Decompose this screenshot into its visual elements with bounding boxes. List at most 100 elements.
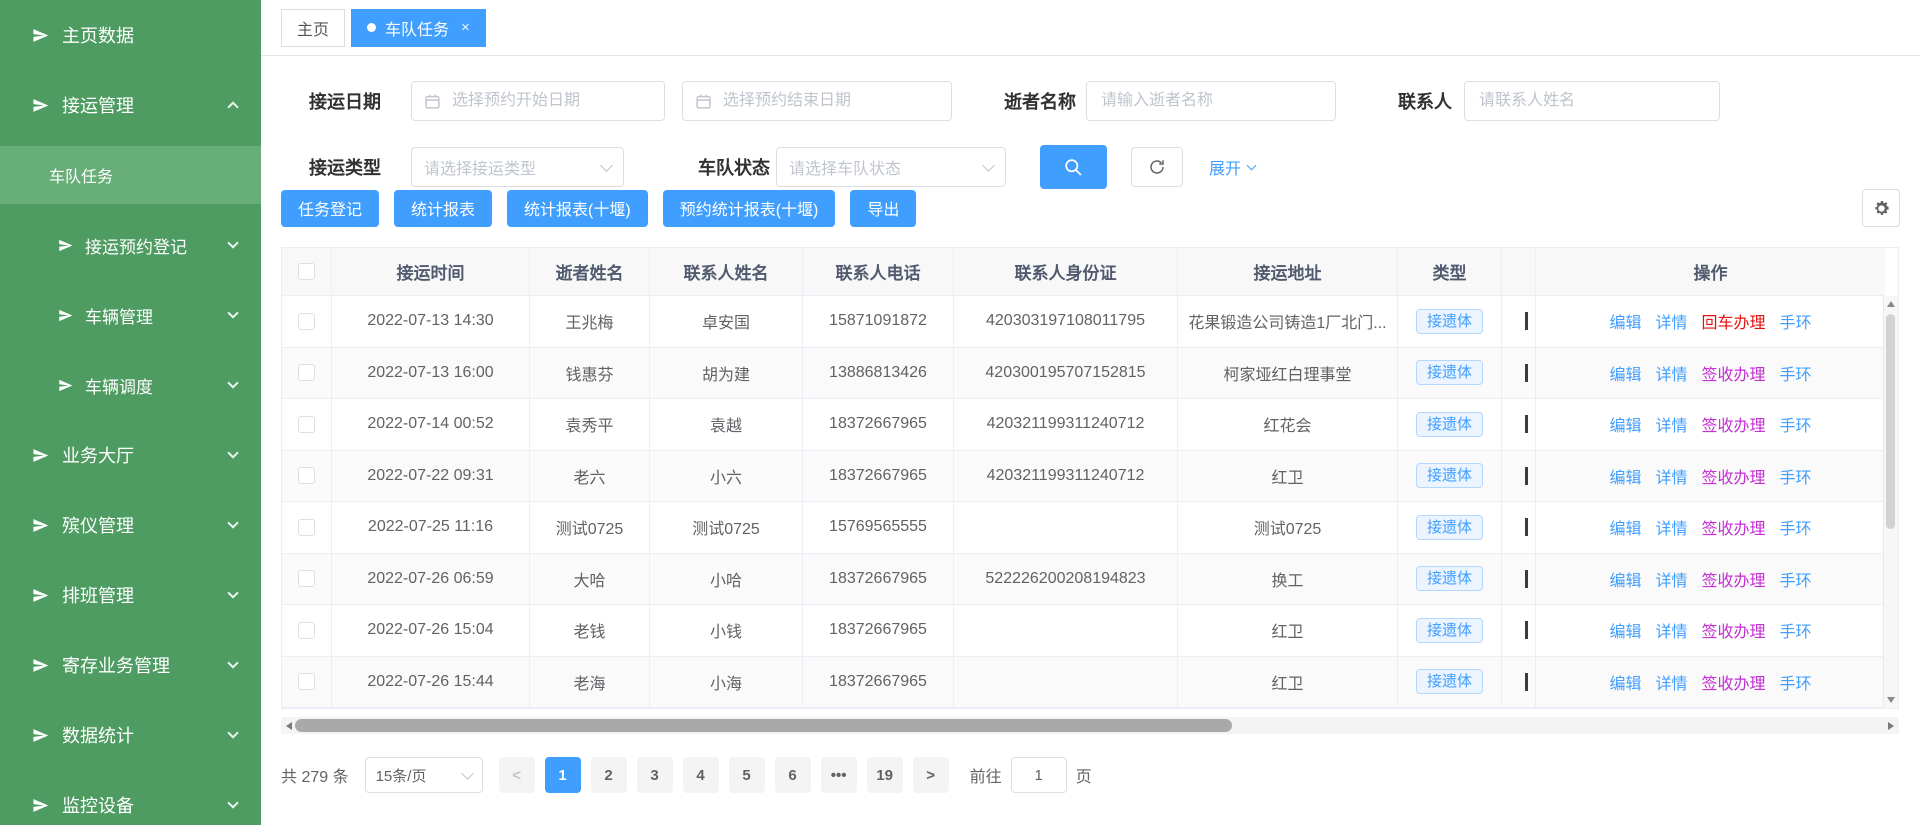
page-button[interactable]: 2 bbox=[591, 757, 627, 793]
cell-phone: 15871091872 bbox=[803, 296, 954, 348]
op-link[interactable]: 编辑 bbox=[1609, 412, 1641, 436]
action-button[interactable]: 统计报表(十堰) bbox=[507, 190, 648, 227]
op-link[interactable]: 手环 bbox=[1780, 464, 1812, 488]
chevron-down-icon bbox=[227, 727, 238, 738]
op-link[interactable]: 签收办理 bbox=[1702, 618, 1766, 642]
action-button[interactable]: 预约统计报表(十堰) bbox=[663, 190, 836, 227]
expand-toggle[interactable]: 展开 bbox=[1209, 155, 1255, 179]
pickup-type-select[interactable]: 请选择接运类型 bbox=[411, 147, 624, 187]
sidebar-item[interactable]: 接运预约登记 bbox=[0, 210, 261, 280]
horizontal-scrollbar[interactable] bbox=[281, 717, 1899, 734]
scroll-up-button[interactable] bbox=[1884, 296, 1898, 312]
goto-page-input[interactable] bbox=[1011, 757, 1067, 793]
scroll-right-button[interactable] bbox=[1885, 717, 1897, 734]
cell-time: 2022-07-14 00:52 bbox=[332, 399, 530, 451]
action-button[interactable]: 任务登记 bbox=[281, 190, 379, 227]
horizontal-scrollbar-thumb[interactable] bbox=[295, 719, 1232, 732]
op-link[interactable]: 详情 bbox=[1655, 618, 1687, 642]
op-link[interactable]: 手环 bbox=[1780, 618, 1812, 642]
op-link[interactable]: 签收办理 bbox=[1702, 412, 1766, 436]
cell-idcard bbox=[954, 657, 1178, 709]
op-link[interactable]: 详情 bbox=[1655, 464, 1687, 488]
page-button[interactable]: 19 bbox=[867, 757, 903, 793]
sidebar-item[interactable]: 车辆管理 bbox=[0, 280, 261, 350]
op-link[interactable]: 编辑 bbox=[1609, 670, 1641, 694]
tab-active[interactable]: 车队任务× bbox=[351, 9, 486, 47]
op-link[interactable]: 手环 bbox=[1780, 567, 1812, 591]
op-link[interactable]: 编辑 bbox=[1609, 515, 1641, 539]
next-page-button[interactable]: > bbox=[913, 757, 949, 793]
vertical-scrollbar-thumb[interactable] bbox=[1886, 314, 1895, 529]
op-link[interactable]: 详情 bbox=[1655, 361, 1687, 385]
refresh-button[interactable] bbox=[1131, 147, 1183, 187]
contact-name-field[interactable] bbox=[1477, 91, 1707, 111]
date-end-input[interactable] bbox=[682, 81, 952, 121]
deceased-name-input[interactable] bbox=[1086, 81, 1336, 121]
sidebar-item[interactable]: 业务大厅 bbox=[0, 420, 261, 490]
scroll-down-button[interactable] bbox=[1884, 692, 1898, 708]
op-link[interactable]: 手环 bbox=[1780, 670, 1812, 694]
row-checkbox[interactable] bbox=[298, 622, 315, 639]
op-link[interactable]: 编辑 bbox=[1609, 464, 1641, 488]
sidebar-item[interactable]: 监控设备 bbox=[0, 770, 261, 825]
op-link[interactable]: 手环 bbox=[1780, 412, 1812, 436]
sidebar-item[interactable]: 殡仪管理 bbox=[0, 490, 261, 560]
op-link[interactable]: 详情 bbox=[1655, 515, 1687, 539]
fleet-status-select[interactable]: 请选择车队状态 bbox=[776, 147, 1006, 187]
op-link[interactable]: 详情 bbox=[1655, 309, 1687, 333]
sidebar-item[interactable]: 排班管理 bbox=[0, 560, 261, 630]
select-all-checkbox[interactable] bbox=[298, 263, 315, 280]
sidebar-item[interactable]: 接运管理 bbox=[0, 70, 261, 140]
search-button[interactable] bbox=[1040, 145, 1107, 189]
sidebar-item[interactable]: 主页数据 bbox=[0, 0, 261, 70]
page-button[interactable]: 3 bbox=[637, 757, 673, 793]
date-end-field[interactable] bbox=[721, 91, 939, 111]
page-button[interactable]: 4 bbox=[683, 757, 719, 793]
page-button[interactable]: 1 bbox=[545, 757, 581, 793]
vertical-scrollbar[interactable] bbox=[1883, 296, 1898, 708]
op-link[interactable]: 手环 bbox=[1780, 309, 1812, 333]
sidebar-item[interactable]: 寄存业务管理 bbox=[0, 630, 261, 700]
op-link[interactable]: 详情 bbox=[1655, 412, 1687, 436]
sidebar-item[interactable]: 数据统计 bbox=[0, 700, 261, 770]
op-link[interactable]: 签收办理 bbox=[1702, 361, 1766, 385]
scroll-left-button[interactable] bbox=[283, 717, 295, 734]
op-link[interactable]: 编辑 bbox=[1609, 618, 1641, 642]
op-link[interactable]: 编辑 bbox=[1609, 361, 1641, 385]
tab-item[interactable]: 主页 bbox=[281, 9, 345, 47]
close-icon[interactable]: × bbox=[461, 19, 470, 36]
row-checkbox[interactable] bbox=[298, 313, 315, 330]
row-checkbox[interactable] bbox=[298, 364, 315, 381]
op-link[interactable]: 签收办理 bbox=[1702, 464, 1766, 488]
column-settings-button[interactable] bbox=[1862, 189, 1900, 227]
row-checkbox[interactable] bbox=[298, 673, 315, 690]
prev-page-button[interactable]: < bbox=[499, 757, 535, 793]
op-link[interactable]: 手环 bbox=[1780, 515, 1812, 539]
table-row: 2022-07-26 06:59大哈小哈18372667965522226200… bbox=[282, 554, 1885, 606]
op-link[interactable]: 手环 bbox=[1780, 361, 1812, 385]
op-link[interactable]: 签收办理 bbox=[1702, 670, 1766, 694]
date-start-input[interactable] bbox=[411, 81, 665, 121]
op-link[interactable]: 编辑 bbox=[1609, 309, 1641, 333]
page-button[interactable]: 6 bbox=[775, 757, 811, 793]
contact-name-input[interactable] bbox=[1464, 81, 1720, 121]
deceased-name-field[interactable] bbox=[1099, 91, 1323, 111]
more-pages-button[interactable]: ••• bbox=[821, 757, 857, 793]
op-link[interactable]: 签收办理 bbox=[1702, 567, 1766, 591]
page-size-select[interactable]: 15条/页 bbox=[365, 757, 483, 793]
row-checkbox[interactable] bbox=[298, 519, 315, 536]
page-button[interactable]: 5 bbox=[729, 757, 765, 793]
sidebar-item[interactable]: 车队任务 bbox=[0, 146, 261, 204]
action-button[interactable]: 导出 bbox=[850, 190, 916, 227]
op-link[interactable]: 编辑 bbox=[1609, 567, 1641, 591]
date-start-field[interactable] bbox=[450, 91, 652, 111]
sidebar-item[interactable]: 车辆调度 bbox=[0, 350, 261, 420]
op-link[interactable]: 详情 bbox=[1655, 670, 1687, 694]
row-checkbox[interactable] bbox=[298, 467, 315, 484]
row-checkbox[interactable] bbox=[298, 416, 315, 433]
action-button[interactable]: 统计报表 bbox=[394, 190, 492, 227]
op-link[interactable]: 回车办理 bbox=[1702, 309, 1766, 333]
row-checkbox[interactable] bbox=[298, 570, 315, 587]
op-link[interactable]: 签收办理 bbox=[1702, 515, 1766, 539]
op-link[interactable]: 详情 bbox=[1655, 567, 1687, 591]
